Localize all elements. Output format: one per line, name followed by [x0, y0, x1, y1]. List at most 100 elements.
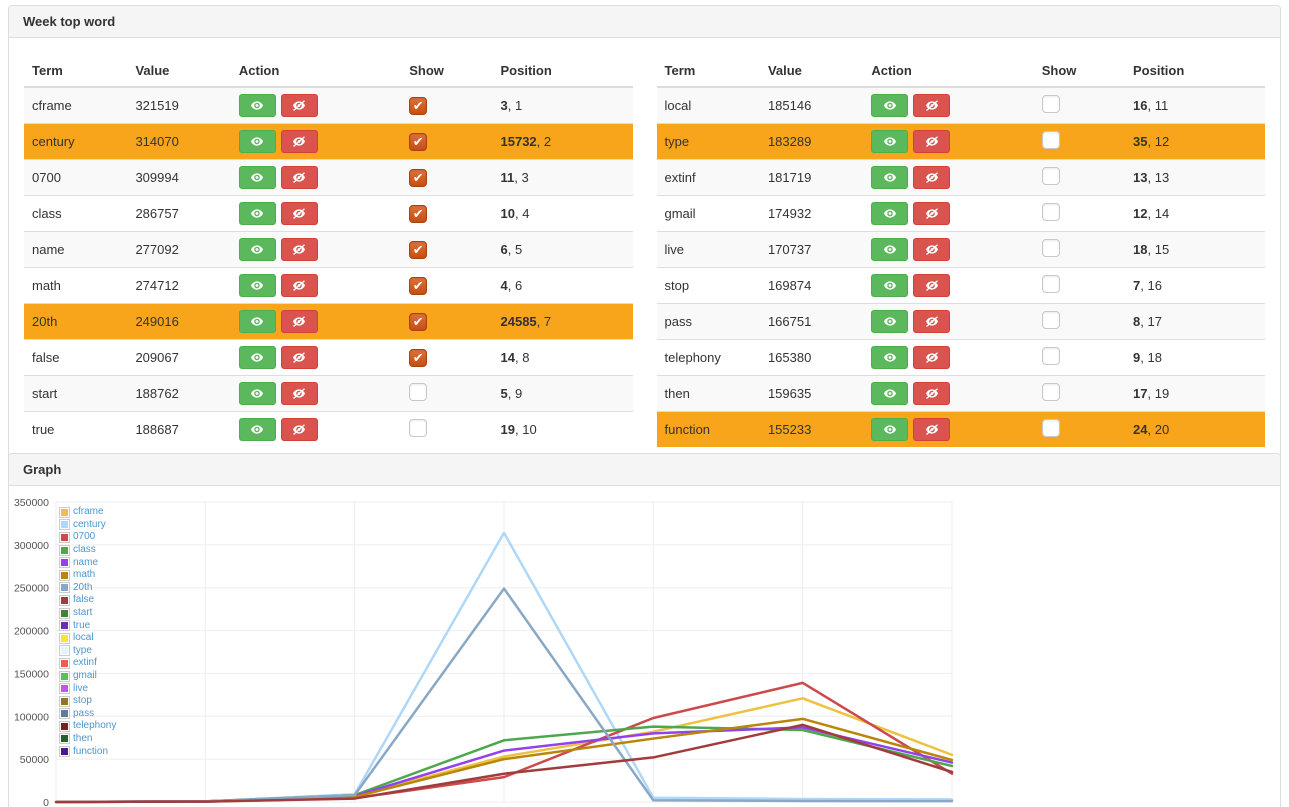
show-checkbox[interactable]: ✔	[409, 349, 427, 367]
legend-label: 0700	[73, 532, 95, 542]
table-row-cframe[interactable]: cframe321519✔3, 1	[24, 87, 633, 124]
show-series-button[interactable]	[239, 382, 276, 405]
table-row-math[interactable]: math274712✔4, 6	[24, 268, 633, 304]
table-row-pass[interactable]: pass1667518, 17	[657, 304, 1266, 340]
hide-series-button[interactable]	[281, 418, 318, 441]
table-row-true[interactable]: true18868719, 10	[24, 412, 633, 448]
show-checkbox[interactable]: ✔	[409, 313, 427, 331]
hide-series-button[interactable]	[913, 310, 950, 333]
hide-series-button[interactable]	[913, 166, 950, 189]
show-series-button[interactable]	[871, 202, 908, 225]
hide-series-button[interactable]	[281, 382, 318, 405]
table-row-extinf[interactable]: extinf18171913, 13	[657, 160, 1266, 196]
show-series-button[interactable]	[871, 94, 908, 117]
show-checkbox[interactable]: ✔	[409, 277, 427, 295]
hide-series-button[interactable]	[281, 166, 318, 189]
position-cell: 10, 4	[493, 196, 633, 232]
show-checkbox[interactable]	[1042, 95, 1060, 113]
table-row-0700[interactable]: 0700309994✔11, 3	[24, 160, 633, 196]
chart-canvas: 0500001000001500002000002500003000003500…	[9, 497, 1274, 807]
hide-series-button[interactable]	[913, 274, 950, 297]
table-row-gmail[interactable]: gmail17493212, 14	[657, 196, 1266, 232]
table-row-local[interactable]: local18514616, 11	[657, 87, 1266, 124]
show-checkbox[interactable]	[1042, 275, 1060, 293]
hide-series-button[interactable]	[913, 382, 950, 405]
table-row-then[interactable]: then15963517, 19	[657, 376, 1266, 412]
show-series-button[interactable]	[239, 274, 276, 297]
table-row-telephony[interactable]: telephony1653809, 18	[657, 340, 1266, 376]
show-checkbox[interactable]	[409, 419, 427, 437]
hide-series-button[interactable]	[281, 202, 318, 225]
table-row-stop[interactable]: stop1698747, 16	[657, 268, 1266, 304]
show-series-button[interactable]	[871, 346, 908, 369]
show-series-button[interactable]	[871, 382, 908, 405]
show-checkbox[interactable]	[1042, 347, 1060, 365]
hide-series-button[interactable]	[913, 202, 950, 225]
show-series-button[interactable]	[239, 166, 276, 189]
hide-series-button[interactable]	[281, 94, 318, 117]
table-row-live[interactable]: live17073718, 15	[657, 232, 1266, 268]
term-cell: type	[657, 124, 760, 160]
table-row-century[interactable]: century314070✔15732, 2	[24, 124, 633, 160]
show-series-button[interactable]	[871, 418, 908, 441]
show-checkbox[interactable]	[1042, 311, 1060, 329]
show-series-button[interactable]	[239, 238, 276, 261]
show-series-button[interactable]	[871, 130, 908, 153]
table-row-class[interactable]: class286757✔10, 4	[24, 196, 633, 232]
show-checkbox[interactable]	[1042, 383, 1060, 401]
value-cell: 169874	[760, 268, 863, 304]
show-series-button[interactable]	[871, 310, 908, 333]
table-row-false[interactable]: false209067✔14, 8	[24, 340, 633, 376]
show-series-button[interactable]	[239, 94, 276, 117]
y-axis-tick-label: 250000	[14, 583, 49, 595]
hide-series-button[interactable]	[281, 130, 318, 153]
table-row-name[interactable]: name277092✔6, 5	[24, 232, 633, 268]
eye-icon	[250, 136, 264, 147]
table-row-20th[interactable]: 20th249016✔24585, 7	[24, 304, 633, 340]
show-checkbox[interactable]	[409, 383, 427, 401]
hide-series-button[interactable]	[913, 418, 950, 441]
show-cell	[1034, 87, 1125, 124]
show-checkbox[interactable]: ✔	[409, 169, 427, 187]
show-cell: ✔	[401, 196, 492, 232]
hide-series-button[interactable]	[281, 310, 318, 333]
hide-series-button[interactable]	[281, 346, 318, 369]
y-axis-tick-label: 150000	[14, 668, 49, 680]
table-row-type[interactable]: type18328935, 12	[657, 124, 1266, 160]
color-fill	[61, 673, 68, 680]
value-cell: 181719	[760, 160, 863, 196]
show-checkbox[interactable]	[1042, 419, 1060, 437]
value-cell: 274712	[127, 268, 230, 304]
table-row-function[interactable]: function15523324, 20	[657, 412, 1266, 448]
hide-series-button[interactable]	[913, 130, 950, 153]
show-checkbox[interactable]	[1042, 167, 1060, 185]
show-checkbox[interactable]	[1042, 239, 1060, 257]
hide-series-button[interactable]	[913, 238, 950, 261]
hide-series-button[interactable]	[913, 346, 950, 369]
eye-slash-icon	[292, 172, 306, 183]
show-series-button[interactable]	[871, 274, 908, 297]
show-series-button[interactable]	[239, 202, 276, 225]
legend-label: live	[73, 684, 88, 694]
show-checkbox[interactable]: ✔	[409, 97, 427, 115]
color-fill	[61, 622, 68, 629]
table-row-start[interactable]: start1887625, 9	[24, 376, 633, 412]
show-series-button[interactable]	[871, 166, 908, 189]
show-checkbox[interactable]: ✔	[409, 133, 427, 151]
action-cell	[231, 124, 401, 160]
show-checkbox[interactable]	[1042, 203, 1060, 221]
show-series-button[interactable]	[239, 310, 276, 333]
show-series-button[interactable]	[239, 418, 276, 441]
show-series-button[interactable]	[239, 346, 276, 369]
show-series-button[interactable]	[871, 238, 908, 261]
show-checkbox[interactable]: ✔	[409, 205, 427, 223]
show-series-button[interactable]	[239, 130, 276, 153]
hide-series-button[interactable]	[281, 274, 318, 297]
hide-series-button[interactable]	[281, 238, 318, 261]
show-checkbox[interactable]	[1042, 131, 1060, 149]
term-cell: live	[657, 232, 760, 268]
show-checkbox[interactable]: ✔	[409, 241, 427, 259]
hide-series-button[interactable]	[913, 94, 950, 117]
legend-item-name: name	[59, 556, 116, 569]
show-cell	[1034, 196, 1125, 232]
